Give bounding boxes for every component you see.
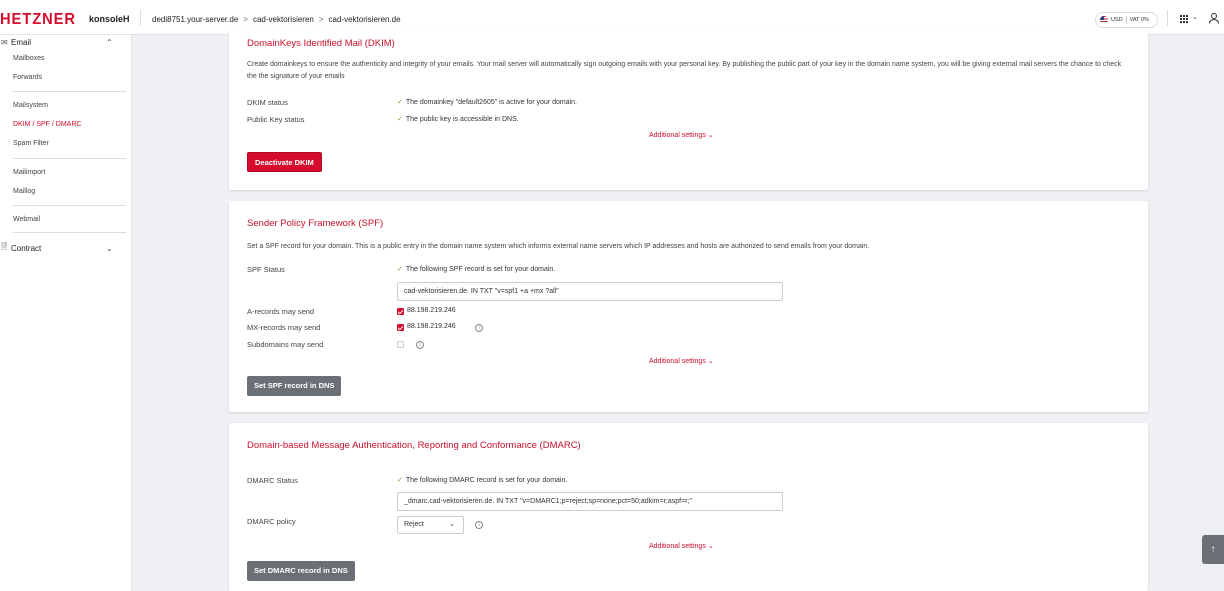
spf-record-field[interactable]: cad-vektorisieren.de. IN TXT "v=spf1 +a … bbox=[397, 282, 783, 301]
spf-additional-settings-link[interactable]: Additional settings ⌄ bbox=[649, 357, 714, 365]
sidebar-item-mailimport[interactable]: Mailimport bbox=[13, 169, 45, 176]
sidebar-group-label: Contract bbox=[11, 243, 42, 253]
chevron-down-icon[interactable]: ⌄ bbox=[1192, 13, 1198, 21]
dmarc-policy-select[interactable]: Reject ⌄ bbox=[397, 516, 464, 534]
breadcrumb-server[interactable]: dedi8751.your-server.de bbox=[152, 15, 238, 24]
divider bbox=[1167, 10, 1168, 26]
public-key-label: Public Key status bbox=[247, 115, 305, 124]
a-records-ip: 88.198.219.246 bbox=[407, 307, 456, 314]
public-key-text: The public key is accessible in DNS. bbox=[405, 116, 519, 123]
set-dmarc-record-button[interactable]: Set DMARC record in DNS bbox=[247, 561, 355, 581]
chevron-down-icon[interactable]: ⌄ bbox=[106, 244, 113, 253]
us-flag-icon bbox=[1100, 16, 1108, 24]
mx-records-checkbox[interactable] bbox=[397, 324, 404, 331]
breadcrumb-separator: > bbox=[243, 15, 248, 24]
breadcrumb-separator: > bbox=[318, 15, 324, 24]
sidebar-item-mailboxes[interactable]: Mailboxes bbox=[13, 55, 45, 62]
sidebar-item-dkim-spf-dmarc[interactable]: DKIM / SPF / DMARC bbox=[13, 121, 81, 128]
dmarc-policy-label: DMARC policy bbox=[247, 517, 296, 526]
dmarc-record-field[interactable]: _dmarc.cad-vektorisieren.de. IN TXT "v=D… bbox=[397, 492, 783, 511]
subdomains-label: Subdomains may send bbox=[247, 340, 324, 349]
a-records-label: A-records may send bbox=[247, 307, 315, 316]
sidebar-group-contract[interactable]: 🗎 Contract ⌄ bbox=[0, 241, 120, 255]
divider bbox=[13, 91, 126, 92]
chevron-down-icon: ⌄ bbox=[707, 358, 714, 365]
sidebar-item-webmail[interactable]: Webmail bbox=[13, 216, 40, 223]
subdomains-checkbox[interactable] bbox=[397, 341, 404, 348]
currency-switcher[interactable]: USD VAT 0% bbox=[1095, 12, 1158, 28]
spf-status-value: ✓ The following SPF record is set for you… bbox=[397, 265, 555, 273]
spf-title: Sender Policy Framework (SPF) bbox=[247, 218, 384, 229]
sidebar-group-label: Email bbox=[11, 38, 32, 47]
check-icon: ✓ bbox=[397, 477, 403, 484]
info-icon[interactable]: i bbox=[475, 521, 483, 529]
dkim-status-label: DKIM status bbox=[247, 98, 288, 107]
sidebar: ✉ Email ⌃ Mailboxes Forwards Mailsystem … bbox=[0, 35, 132, 591]
divider bbox=[140, 10, 141, 26]
deactivate-dkim-button[interactable]: Deactivate DKIM bbox=[247, 152, 322, 172]
chevron-down-icon: ⌄ bbox=[707, 132, 714, 139]
sidebar-item-maillog[interactable]: Maillog bbox=[13, 188, 35, 195]
additional-settings-label: Additional settings bbox=[649, 543, 706, 550]
divider bbox=[13, 232, 126, 233]
vat-label: VAT 0% bbox=[1129, 17, 1149, 23]
document-icon: 🗎 bbox=[1, 242, 8, 251]
sidebar-item-mailsystem[interactable]: Mailsystem bbox=[13, 102, 48, 109]
info-icon[interactable]: i bbox=[416, 341, 424, 349]
spf-status-text: The following SPF record is set for your… bbox=[405, 266, 556, 273]
sidebar-item-spam-filter[interactable]: Spam Filter bbox=[13, 140, 49, 147]
divider bbox=[13, 205, 126, 206]
dmarc-additional-settings-link[interactable]: Additional settings ⌄ bbox=[649, 542, 714, 550]
set-spf-record-button[interactable]: Set SPF record in DNS bbox=[247, 376, 342, 396]
check-icon: ✓ bbox=[397, 99, 403, 106]
breadcrumb-account[interactable]: cad-vektorisieren bbox=[253, 15, 314, 24]
additional-settings-label: Additional settings bbox=[649, 358, 706, 365]
dmarc-policy-value: Reject bbox=[404, 521, 424, 528]
spf-status-label: SPF Status bbox=[247, 265, 285, 274]
breadcrumb: dedi8751.your-server.de > cad-vektorisie… bbox=[152, 15, 401, 24]
apps-grid-icon[interactable] bbox=[1180, 15, 1188, 23]
spf-description: Set a SPF record for your domain. This i… bbox=[247, 243, 870, 250]
hetzner-logo[interactable]: HETZNER bbox=[0, 11, 76, 29]
dmarc-status-label: DMARC Status bbox=[247, 476, 298, 485]
breadcrumb-domain[interactable]: cad-vektorisieren.de bbox=[329, 15, 401, 24]
chevron-down-icon: ⌄ bbox=[449, 521, 455, 528]
check-icon: ✓ bbox=[397, 116, 403, 123]
dkim-status-value: ✓ The domainkey "default2605" is active f… bbox=[397, 98, 577, 106]
mail-icon: ✉ bbox=[1, 38, 8, 47]
dkim-status-text: The domainkey "default2605" is active fo… bbox=[405, 99, 577, 106]
spf-card: Sender Policy Framework (SPF) Set a SPF … bbox=[229, 201, 1148, 412]
mx-records-label: MX-records may send bbox=[247, 323, 321, 332]
dkim-description: Create domainkeys to ensure the authenti… bbox=[247, 61, 1122, 80]
additional-settings-label: Additional settings bbox=[649, 132, 706, 139]
info-icon[interactable]: i bbox=[475, 324, 483, 332]
dmarc-status-value: ✓ The following DMARC record is set for y… bbox=[397, 476, 567, 484]
dkim-additional-settings-link[interactable]: Additional settings ⌄ bbox=[649, 131, 714, 139]
check-icon: ✓ bbox=[397, 266, 403, 273]
dmarc-card: Domain-based Message Authentication, Rep… bbox=[229, 423, 1148, 591]
user-icon[interactable] bbox=[1208, 12, 1220, 24]
scroll-to-top-button[interactable]: ↑ bbox=[1202, 535, 1224, 564]
divider bbox=[13, 158, 126, 159]
a-records-checkbox[interactable] bbox=[397, 308, 404, 315]
chevron-down-icon: ⌄ bbox=[707, 543, 714, 550]
arrow-up-icon: ↑ bbox=[1210, 544, 1216, 555]
sidebar-item-forwards[interactable]: Forwards bbox=[13, 74, 42, 81]
divider bbox=[1125, 16, 1127, 24]
public-key-value: ✓ The public key is accessible in DNS. bbox=[397, 115, 519, 123]
mx-records-ip: 88.198.219.246 bbox=[407, 323, 456, 330]
currency-label: USD bbox=[1111, 17, 1123, 23]
dkim-card: DomainKeys Identified Mail (DKIM) Create… bbox=[229, 28, 1148, 190]
sidebar-group-email[interactable]: ✉ Email ⌃ bbox=[0, 38, 120, 47]
dmarc-status-text: The following DMARC record is set for yo… bbox=[405, 477, 568, 484]
product-name[interactable]: konsoleH bbox=[89, 14, 130, 24]
chevron-up-icon[interactable]: ⌃ bbox=[106, 38, 113, 47]
dmarc-title: Domain-based Message Authentication, Rep… bbox=[247, 440, 581, 451]
dkim-title: DomainKeys Identified Mail (DKIM) bbox=[247, 38, 395, 49]
